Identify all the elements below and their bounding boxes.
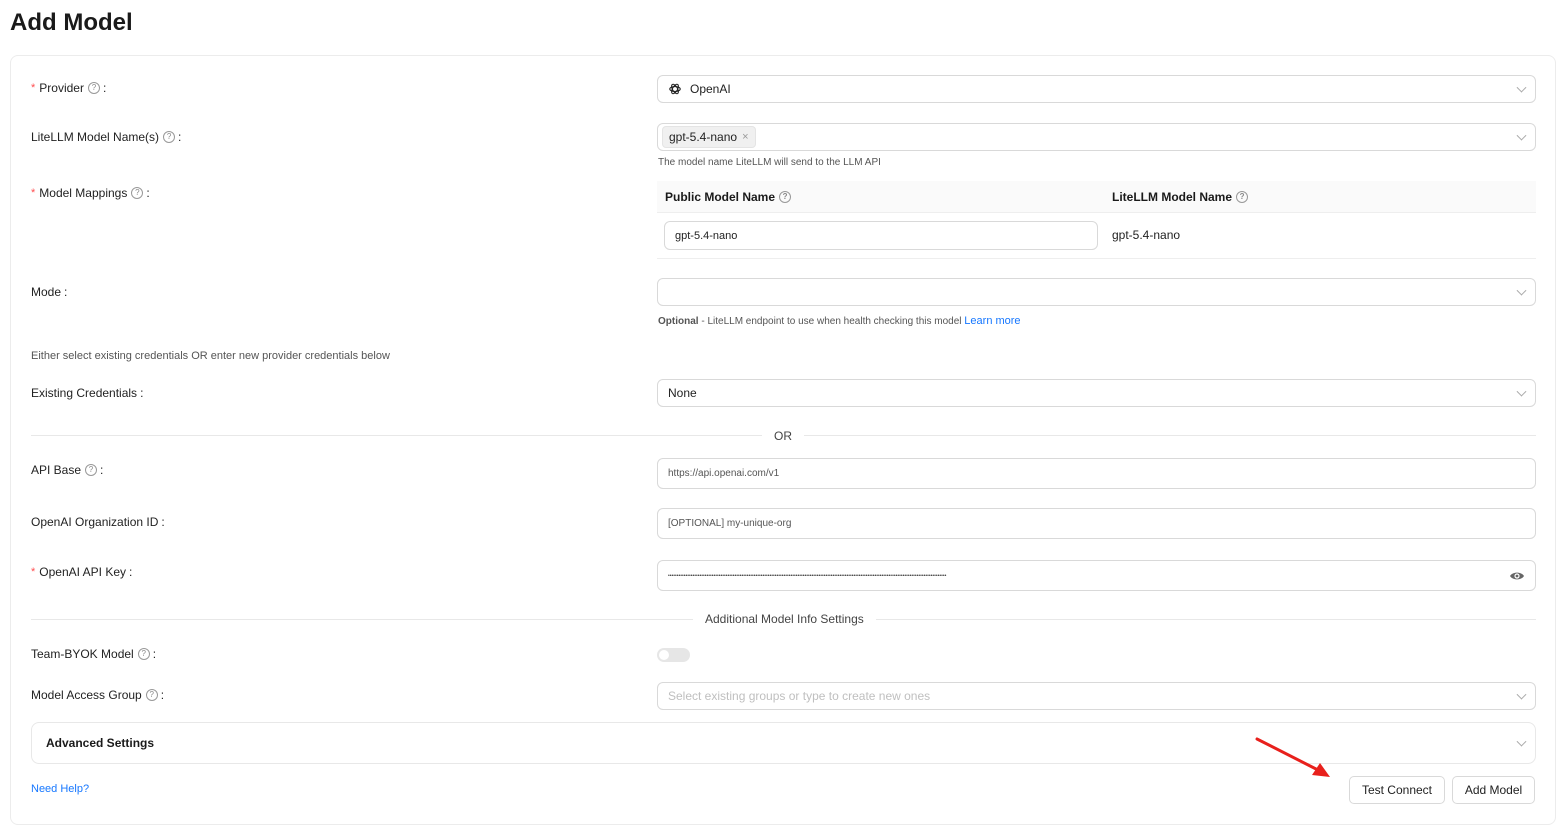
chevron-down-icon (1516, 130, 1527, 141)
api-key-label: * OpenAI API Key: (31, 565, 133, 579)
eye-icon[interactable] (1509, 570, 1525, 582)
api-base-label: API Base ?: (31, 463, 104, 477)
close-icon[interactable]: × (742, 131, 748, 143)
table-divider (657, 258, 1536, 259)
annotation-arrow-icon (1255, 737, 1330, 777)
model-names-label: LiteLLM Model Name(s) ?: (31, 130, 182, 144)
or-divider-text: OR (762, 429, 804, 443)
column-header-public: Public Model Name ? (665, 181, 792, 213)
credentials-note: Either select existing credentials OR en… (31, 350, 390, 362)
byok-label: Team-BYOK Model ?: (31, 647, 157, 661)
learn-more-link[interactable]: Learn more (964, 315, 1020, 327)
additional-settings-text: Additional Model Info Settings (693, 612, 876, 626)
litellm-model-name-cell: gpt-5.4-nano (1112, 228, 1181, 242)
model-mappings-label: * Model Mappings ?: (31, 186, 150, 200)
access-group-label: Model Access Group ?: (31, 688, 165, 702)
need-help-link[interactable]: Need Help? (31, 783, 89, 795)
mode-select[interactable] (657, 278, 1536, 306)
toggle-knob (659, 650, 669, 660)
required-mark: * (31, 82, 36, 94)
byok-toggle[interactable] (657, 648, 690, 662)
provider-select[interactable]: OpenAI (657, 75, 1536, 103)
help-icon[interactable]: ? (131, 187, 144, 199)
help-icon[interactable]: ? (779, 191, 792, 203)
mode-hint: Optional - LiteLLM endpoint to use when … (658, 315, 1021, 327)
required-mark: * (31, 566, 36, 578)
help-icon[interactable]: ? (1236, 191, 1249, 203)
model-name-tag: gpt-5.4-nano × (662, 126, 756, 148)
help-icon[interactable]: ? (85, 464, 98, 476)
model-names-hint: The model name LiteLLM will send to the … (658, 157, 881, 168)
chevron-down-icon (1516, 285, 1527, 296)
org-id-label: OpenAI Organization ID: (31, 515, 165, 529)
public-model-name-input[interactable]: gpt-5.4-nano (664, 221, 1098, 250)
openai-logo-icon (669, 83, 681, 95)
mode-label: Mode: (31, 285, 68, 299)
existing-credentials-label: Existing Credentials: (31, 386, 144, 400)
help-icon[interactable]: ? (163, 131, 176, 143)
mappings-table-header: Public Model Name ? LiteLLM Model Name ? (657, 181, 1536, 213)
chevron-down-icon (1516, 82, 1527, 93)
model-names-select[interactable]: gpt-5.4-nano × (657, 123, 1536, 151)
add-model-button[interactable]: Add Model (1452, 776, 1535, 804)
test-connect-button[interactable]: Test Connect (1349, 776, 1445, 804)
required-mark: * (31, 187, 36, 199)
column-header-litellm: LiteLLM Model Name ? (1112, 181, 1249, 213)
api-key-input[interactable]: ••••••••••••••••••••••••••••••••••••••••… (657, 560, 1536, 591)
help-icon[interactable]: ? (137, 648, 150, 660)
provider-label: * Provider ?: (31, 81, 107, 95)
api-base-input[interactable]: https://api.openai.com/v1 (657, 458, 1536, 489)
org-id-input[interactable]: [OPTIONAL] my-unique-org (657, 508, 1536, 539)
existing-credentials-select[interactable]: None (657, 379, 1536, 407)
help-icon[interactable]: ? (145, 689, 158, 701)
chevron-down-icon (1516, 689, 1527, 700)
chevron-down-icon (1516, 386, 1527, 397)
page-title: Add Model (10, 9, 133, 36)
access-group-select[interactable]: Select existing groups or type to create… (657, 682, 1536, 710)
help-icon[interactable]: ? (87, 82, 100, 94)
chevron-down-icon (1516, 736, 1527, 747)
advanced-settings-title: Advanced Settings (46, 736, 155, 750)
